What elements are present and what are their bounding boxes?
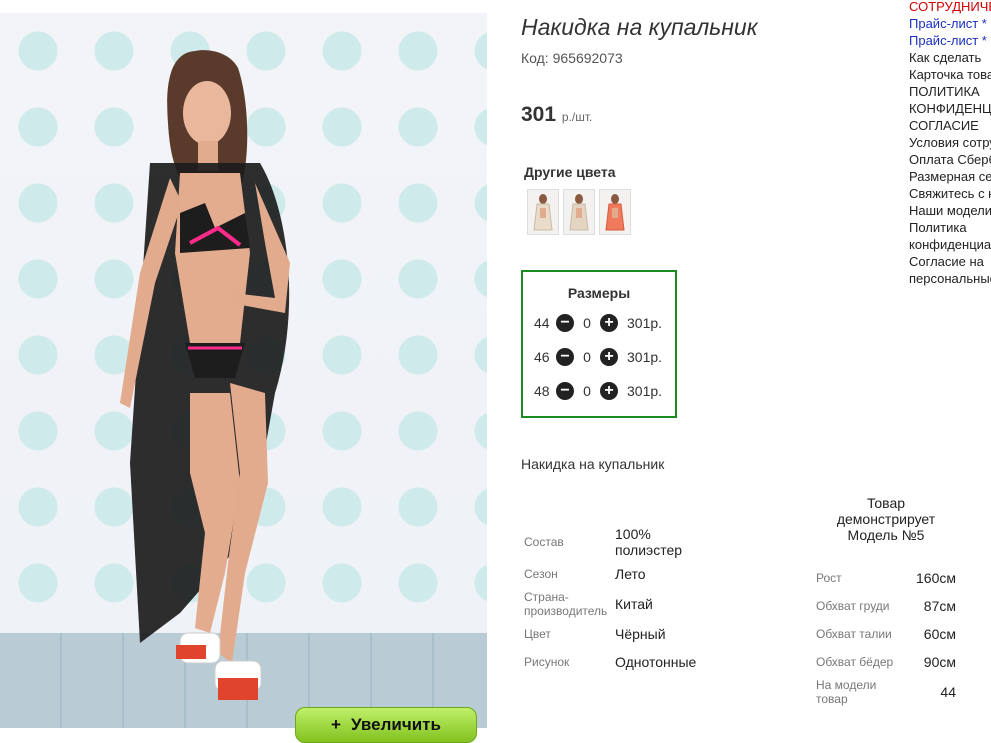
property-label: Страна-производитель: [524, 590, 608, 618]
property-value: Однотонные: [615, 654, 697, 670]
side-menu-item[interactable]: Условия сотрудничества: [909, 134, 991, 151]
quantity-value: 0: [583, 349, 591, 365]
side-menu-item[interactable]: Прайс-лист *: [909, 32, 991, 49]
model-value: 44: [940, 684, 956, 700]
side-menu-item[interactable]: персональные: [909, 270, 991, 287]
side-menu-item[interactable]: Размерная сетка: [909, 168, 991, 185]
side-menu-item[interactable]: Оплата Сбербанк: [909, 151, 991, 168]
zoom-label: Увеличить: [350, 715, 441, 734]
plus-icon: +: [331, 715, 341, 734]
size-row: 46 − 0 + 301р.: [534, 348, 662, 366]
property-label: Цвет: [524, 627, 551, 641]
property-value: Чёрный: [615, 626, 666, 642]
size-price: 301р.: [627, 349, 663, 365]
property-value: Лето: [615, 566, 646, 582]
property-value: 100% полиэстер: [615, 526, 683, 558]
quantity-value: 0: [583, 383, 591, 399]
side-menu-item[interactable]: ПОЛИТИКА: [909, 83, 991, 100]
product-title: Накидка на купальник: [521, 14, 758, 40]
side-menu: СОТРУДНИЧЕСТВО Прайс-лист * Прайс-лист *…: [909, 0, 991, 287]
product-photo[interactable]: [0, 13, 487, 728]
model-value: 160см: [916, 570, 956, 586]
property-label: Сезон: [524, 567, 558, 581]
side-menu-item[interactable]: конфиденциальности: [909, 236, 991, 253]
side-menu-item[interactable]: Карточка товара: [909, 66, 991, 83]
property-label: Рисунок: [524, 655, 570, 669]
model-value: 87см: [923, 598, 956, 614]
price-value: 301: [521, 103, 557, 126]
zoom-button[interactable]: + Увеличить: [295, 707, 477, 743]
minus-button[interactable]: −: [556, 314, 574, 332]
plus-button[interactable]: +: [600, 382, 618, 400]
product-description: Накидка на купальник: [521, 456, 665, 472]
plus-button[interactable]: +: [600, 314, 618, 332]
size-price: 301р.: [627, 383, 663, 399]
property-value: Китай: [615, 596, 653, 612]
minus-button[interactable]: −: [556, 382, 574, 400]
side-menu-item[interactable]: Прайс-лист *: [909, 15, 991, 32]
plus-button[interactable]: +: [600, 348, 618, 366]
quantity-value: 0: [583, 315, 591, 331]
model-label: Обхват бёдер: [816, 655, 894, 669]
color-thumb[interactable]: [527, 189, 559, 235]
size-row: 44 − 0 + 301р.: [534, 314, 662, 332]
model-value: 60см: [923, 626, 956, 642]
size-label: 44: [534, 315, 550, 331]
side-menu-item[interactable]: Политика: [909, 219, 991, 236]
sizes-title: Размеры: [567, 285, 631, 301]
color-thumb[interactable]: [599, 189, 631, 235]
side-menu-item[interactable]: КОНФИДЕНЦИАЛЬНОСТИ: [909, 100, 991, 117]
side-menu-item[interactable]: Как сделать: [909, 49, 991, 66]
sizes-box: Размеры 44 − 0 + 301р. 46 − 0 + 301р. 48…: [521, 270, 677, 418]
side-menu-item[interactable]: СОГЛАСИЕ: [909, 117, 991, 134]
model-label: Обхват талии: [816, 627, 892, 641]
model-value: 90см: [923, 654, 956, 670]
color-thumb[interactable]: [563, 189, 595, 235]
side-menu-item[interactable]: СОТРУДНИЧЕСТВО: [909, 0, 991, 15]
model-title: Товар демонстрирует Модель №5: [836, 495, 936, 543]
size-row: 48 − 0 + 301р.: [534, 382, 662, 400]
price-unit: р./шт.: [561, 110, 593, 124]
product-price: 301 р./шт.: [521, 103, 592, 127]
model-figure: [120, 50, 290, 700]
property-label: Состав: [524, 535, 564, 549]
model-label: Обхват груди: [816, 599, 890, 613]
model-label: На модели товар: [816, 678, 877, 706]
side-menu-item[interactable]: Свяжитесь с нами: [909, 185, 991, 202]
size-price: 301р.: [627, 315, 663, 331]
other-colors-title: Другие цвета: [524, 164, 616, 180]
size-label: 46: [534, 349, 550, 365]
side-menu-item[interactable]: Согласие на: [909, 253, 991, 270]
side-menu-item[interactable]: Наши модели: [909, 202, 991, 219]
minus-button[interactable]: −: [556, 348, 574, 366]
size-label: 48: [534, 383, 550, 399]
product-code: Код: 965692073: [521, 50, 623, 66]
model-label: Рост: [816, 571, 842, 585]
